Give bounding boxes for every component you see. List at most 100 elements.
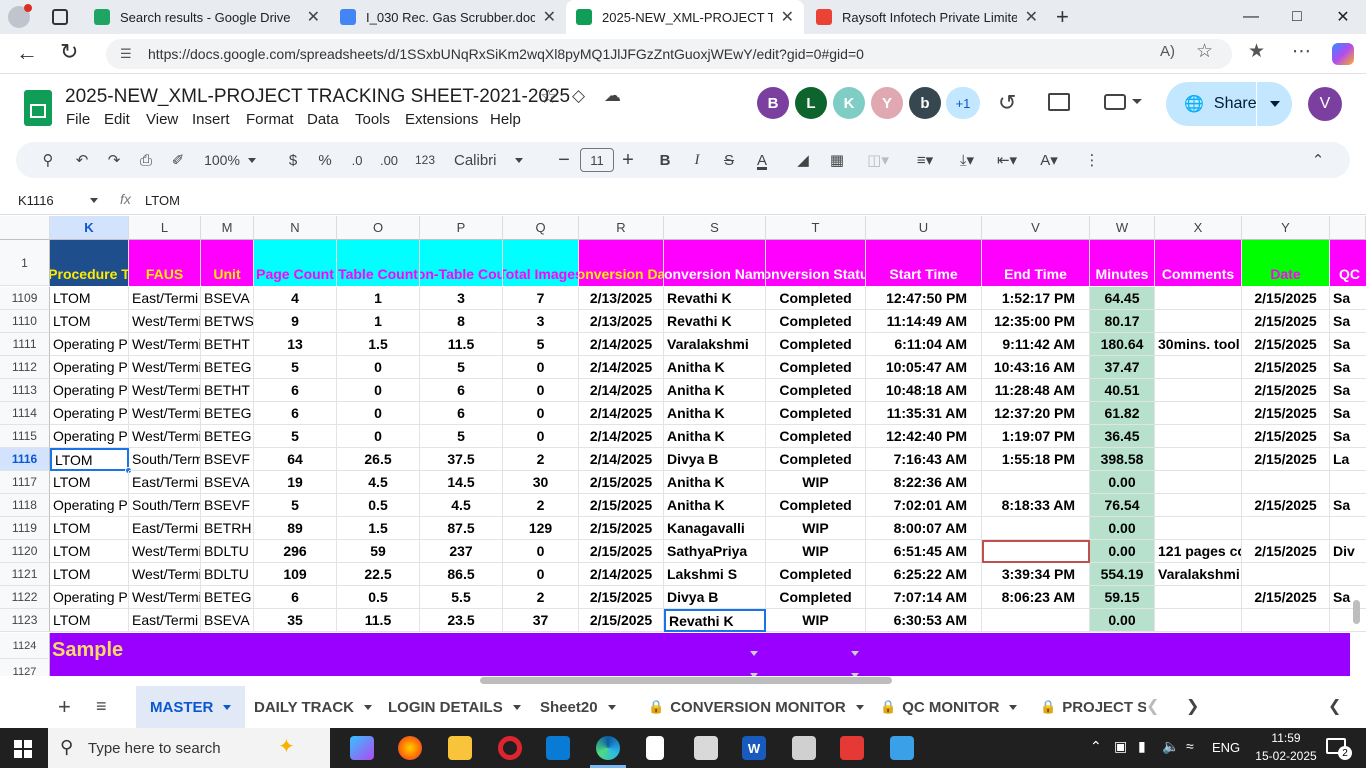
header-cell-m[interactable]: Unit <box>201 240 254 286</box>
cell-p[interactable]: 37.5 <box>420 448 503 471</box>
cell-m[interactable]: BSEVF <box>201 448 254 471</box>
cell-v[interactable]: 9:11:42 AM <box>982 333 1090 356</box>
cell-k[interactable]: LTOM <box>50 609 129 632</box>
sheet-menu-icon[interactable] <box>855 704 864 710</box>
cell-v[interactable] <box>982 471 1090 494</box>
font-size-input[interactable]: 11 <box>580 142 614 178</box>
cell-o[interactable]: 0.5 <box>337 494 420 517</box>
cell-o[interactable]: 1 <box>337 287 420 310</box>
cell-v[interactable]: 1:19:07 PM <box>982 425 1090 448</box>
cell-u[interactable]: 8:00:07 AM <box>866 517 982 540</box>
row-header[interactable]: 1121 <box>0 563 50 586</box>
cell-q[interactable]: 0 <box>503 356 579 379</box>
column-header-p[interactable]: P <box>420 216 503 240</box>
more-options-icon[interactable]: ⋮ <box>1082 142 1102 178</box>
cell-s[interactable]: Anitha K <box>664 471 766 494</box>
cell-z[interactable] <box>1330 563 1366 586</box>
cell-w[interactable]: 59.15 <box>1090 586 1155 609</box>
cell-l[interactable]: West/Termi <box>129 563 201 586</box>
cell-u[interactable]: 7:16:43 AM <box>866 448 982 471</box>
cell-p[interactable]: 14.5 <box>420 471 503 494</box>
tab-close-icon[interactable]: ✕ <box>1025 7 1038 27</box>
collaborator-avatar[interactable]: b <box>909 87 941 119</box>
sheet-tab[interactable]: LOGIN DETAILS <box>374 686 535 728</box>
row-header[interactable]: 1127 <box>0 659 50 676</box>
cell-s[interactable]: Divya B <box>664 586 766 609</box>
comments-icon[interactable] <box>1048 93 1070 111</box>
cell-l[interactable]: West/Termi <box>129 402 201 425</box>
sheet-tab[interactable]: 🔒 QC MONITOR <box>866 686 1031 728</box>
add-sheet-icon[interactable]: + <box>58 694 71 720</box>
cell-m[interactable]: BETEG <box>201 586 254 609</box>
browser-tab[interactable]: I_030 Rec. Gas Scrubber.doc - Go ✕ <box>330 0 566 34</box>
column-header-y[interactable]: Y <box>1242 216 1330 240</box>
reload-icon[interactable]: ↻ <box>60 39 78 65</box>
cell-s[interactable]: Anitha K <box>664 356 766 379</box>
column-header-u[interactable]: U <box>866 216 982 240</box>
cell-n[interactable]: 6 <box>254 586 337 609</box>
search-menus-icon[interactable]: ⚲ <box>36 142 60 178</box>
cell-o[interactable]: 22.5 <box>337 563 420 586</box>
word-icon[interactable]: W <box>742 736 766 760</box>
cell-p[interactable]: 8 <box>420 310 503 333</box>
spreadsheet-grid[interactable]: K L M N O P Q R S T U V W X Y 1 Procedure T FAUS Unit Page … <box>0 216 1366 676</box>
column-header-r[interactable]: R <box>579 216 664 240</box>
row-header[interactable]: 1115 <box>0 425 50 448</box>
cell-q[interactable]: 2 <box>503 494 579 517</box>
menu-view[interactable]: View <box>146 111 178 128</box>
cell-k[interactable]: Operating Pr <box>50 586 129 609</box>
volume-icon[interactable]: 🔈 <box>1162 738 1179 755</box>
cell-o[interactable]: 1.5 <box>337 517 420 540</box>
cell-q[interactable]: 0 <box>503 540 579 563</box>
dropdown-chip-icon[interactable] <box>851 651 859 656</box>
cell-m[interactable]: BDLTU <box>201 563 254 586</box>
copilot-icon[interactable] <box>1332 43 1354 65</box>
cell-s[interactable]: Kanagavalli <box>664 517 766 540</box>
cell-k[interactable]: LTOM <box>50 448 129 471</box>
cell-v[interactable]: 8:06:23 AM <box>982 586 1090 609</box>
cell-r[interactable]: 2/14/2025 <box>579 379 664 402</box>
cell-s[interactable]: Divya B <box>664 448 766 471</box>
cell-w[interactable]: 180.64 <box>1090 333 1155 356</box>
sheet-menu-icon[interactable] <box>512 704 521 710</box>
cell-v[interactable]: 1:55:18 PM <box>982 448 1090 471</box>
cell-w[interactable]: 0.00 <box>1090 471 1155 494</box>
cell-o[interactable]: 0.5 <box>337 586 420 609</box>
cell-p[interactable]: 3 <box>420 287 503 310</box>
profile-icon[interactable] <box>8 4 32 28</box>
cell-l[interactable]: East/Termi <box>129 287 201 310</box>
cell-s[interactable]: Anitha K <box>664 494 766 517</box>
cell-y[interactable] <box>1242 609 1330 632</box>
menu-edit[interactable]: Edit <box>104 111 130 128</box>
sheet-tab[interactable]: DAILY TRACK <box>240 686 386 728</box>
cell-o[interactable]: 26.5 <box>337 448 420 471</box>
cell-n[interactable]: 35 <box>254 609 337 632</box>
header-cell-x[interactable]: Comments <box>1155 240 1242 286</box>
tab-close-icon[interactable]: ✕ <box>543 7 556 27</box>
cell-r[interactable]: 2/14/2025 <box>579 333 664 356</box>
cell-w[interactable]: 64.45 <box>1090 287 1155 310</box>
strikethrough-button[interactable]: S <box>718 142 740 178</box>
cell-t[interactable]: Completed <box>766 448 866 471</box>
show-hidden-icons[interactable]: ⌃ <box>1090 738 1102 755</box>
decrease-decimal-button[interactable]: .0 <box>344 142 370 178</box>
more-menu-icon[interactable]: ⋯ <box>1292 40 1311 63</box>
cell-z[interactable]: Sa <box>1330 310 1366 333</box>
cell-n[interactable]: 4 <box>254 287 337 310</box>
cell-y[interactable]: 2/15/2025 <box>1242 448 1330 471</box>
row-header[interactable]: 1118 <box>0 494 50 517</box>
cloud-status-icon[interactable]: ☁ <box>604 86 621 106</box>
browser-tab[interactable]: Raysoft Infotech Private Limited ✕ <box>806 0 1048 34</box>
formula-input[interactable]: LTOM <box>145 193 180 208</box>
cell-z[interactable]: Sa <box>1330 402 1366 425</box>
cell-u[interactable]: 8:22:36 AM <box>866 471 982 494</box>
cell-m[interactable]: BETEG <box>201 356 254 379</box>
name-box-dropdown-icon[interactable] <box>90 198 98 203</box>
cell-k[interactable]: Operating Pr <box>50 425 129 448</box>
header-cell-p[interactable]: on-Table Cou <box>420 240 503 286</box>
cell-l[interactable]: West/Termi <box>129 333 201 356</box>
cell-v[interactable] <box>982 517 1090 540</box>
cell-u[interactable]: 6:11:04 AM <box>866 333 982 356</box>
cell-t[interactable]: WIP <box>766 471 866 494</box>
cell-y[interactable]: 2/15/2025 <box>1242 356 1330 379</box>
